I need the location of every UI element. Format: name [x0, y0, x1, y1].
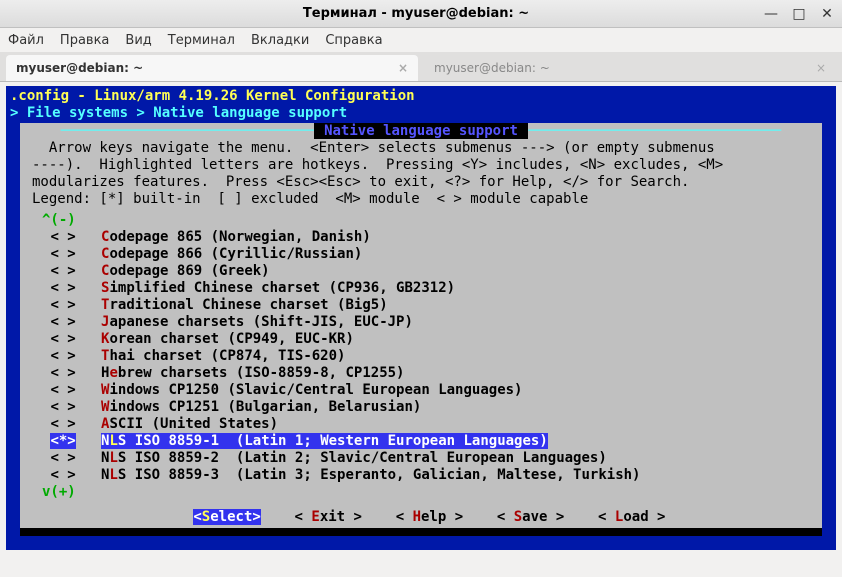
- option-item[interactable]: < > NLS ISO 8859-2 (Latin 2; Slavic/Cent…: [42, 450, 800, 467]
- terminal-viewport: .config - Linux/arm 4.19.26 Kernel Confi…: [6, 86, 836, 550]
- tabbar: myuser@debian: ~ × myuser@debian: ~ ×: [0, 52, 842, 82]
- minimize-icon[interactable]: —: [764, 7, 778, 21]
- dialog-button[interactable]: < Help >: [396, 509, 463, 525]
- menu-help[interactable]: Справка: [325, 33, 382, 48]
- maximize-icon[interactable]: □: [792, 7, 806, 21]
- option-item[interactable]: < > Japanese charsets (Shift-JIS, EUC-JP…: [42, 314, 800, 331]
- option-item[interactable]: < > ASCII (United States): [42, 416, 800, 433]
- dialog-button[interactable]: < Save >: [497, 509, 564, 525]
- option-item[interactable]: < > Hebrew charsets (ISO-8859-8, CP1255): [42, 365, 800, 382]
- option-item[interactable]: < > Codepage 869 (Greek): [42, 263, 800, 280]
- dialog-title: ────────────────────────────── Native la…: [20, 123, 822, 140]
- option-item[interactable]: < > Windows CP1251 (Bulgarian, Belarusia…: [42, 399, 800, 416]
- option-item[interactable]: < > Codepage 866 (Cyrillic/Russian): [42, 246, 800, 263]
- menu-edit[interactable]: Правка: [60, 33, 109, 48]
- dialog-buttons: <Select> < Exit > < Help > < Save > < Lo…: [20, 505, 822, 528]
- close-icon[interactable]: ✕: [820, 7, 834, 21]
- option-item[interactable]: < > Simplified Chinese charset (CP936, G…: [42, 280, 800, 297]
- menuconfig-dialog: ────────────────────────────── Native la…: [20, 123, 822, 536]
- tab-2[interactable]: myuser@debian: ~ ×: [424, 55, 836, 81]
- tab-label: myuser@debian: ~: [434, 61, 550, 75]
- scroll-up-indicator: ^(-): [42, 212, 800, 229]
- dialog-button[interactable]: <Select>: [193, 509, 260, 525]
- breadcrumb: > File systems > Native language support: [10, 105, 832, 122]
- config-header: .config - Linux/arm 4.19.26 Kernel Confi…: [10, 88, 832, 105]
- menu-tabs[interactable]: Вкладки: [251, 33, 309, 48]
- option-item[interactable]: < > NLS ISO 8859-3 (Latin 3; Esperanto, …: [42, 467, 800, 484]
- option-item[interactable]: < > Thai charset (CP874, TIS-620): [42, 348, 800, 365]
- tab-label: myuser@debian: ~: [16, 61, 143, 75]
- window-title: Терминал - myuser@debian: ~: [68, 6, 764, 21]
- dialog-button[interactable]: < Exit >: [295, 509, 362, 525]
- option-item[interactable]: < > Windows CP1250 (Slavic/Central Europ…: [42, 382, 800, 399]
- option-item[interactable]: < > Traditional Chinese charset (Big5): [42, 297, 800, 314]
- menu-view[interactable]: Вид: [125, 33, 151, 48]
- dialog-help-text: Arrow keys navigate the menu. <Enter> se…: [20, 140, 822, 212]
- window-titlebar: Терминал - myuser@debian: ~ — □ ✕: [0, 0, 842, 28]
- menubar: Файл Правка Вид Терминал Вкладки Справка: [0, 28, 842, 52]
- menu-file[interactable]: Файл: [8, 33, 44, 48]
- scroll-down-indicator: v(+): [42, 484, 800, 501]
- option-item[interactable]: < > Codepage 865 (Norwegian, Danish): [42, 229, 800, 246]
- options-list: ^(-) < > Codepage 865 (Norwegian, Danish…: [20, 212, 822, 505]
- menu-terminal[interactable]: Терминал: [168, 33, 235, 48]
- option-item[interactable]: <*> NLS ISO 8859-1 (Latin 1; Western Eur…: [42, 433, 800, 450]
- close-tab-icon[interactable]: ×: [398, 61, 408, 75]
- dialog-button[interactable]: < Load >: [598, 509, 665, 525]
- tab-1[interactable]: myuser@debian: ~ ×: [6, 55, 418, 81]
- option-item[interactable]: < > Korean charset (CP949, EUC-KR): [42, 331, 800, 348]
- close-tab-icon[interactable]: ×: [816, 61, 826, 75]
